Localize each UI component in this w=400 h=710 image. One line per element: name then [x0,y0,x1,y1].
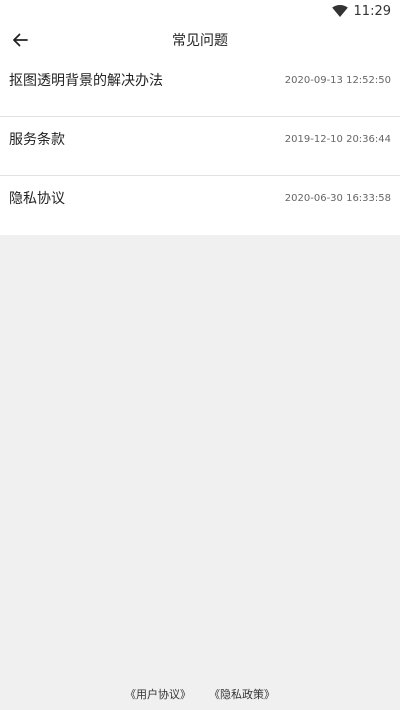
status-time: 11:29 [353,3,391,19]
page-title: 常见问题 [172,33,228,49]
status-bar: 11:29 [0,0,400,22]
faq-item-date: 2020-09-13 12:52:50 [284,75,391,86]
faq-item-title: 服务条款 [9,132,65,148]
privacy-policy-link[interactable]: 《隐私政策》 [209,686,275,702]
faq-list: 抠图透明背景的解决办法 2020-09-13 12:52:50 服务条款 201… [0,58,400,235]
faq-item-privacy-agreement[interactable]: 隐私协议 2020-06-30 16:33:58 [0,176,400,235]
screen: 11:29 常见问题 抠图透明背景的解决办法 2020-09-13 12:52:… [0,0,400,710]
user-agreement-link[interactable]: 《用户协议》 [125,686,191,702]
faq-item-date: 2019-12-10 20:36:44 [284,134,391,145]
faq-item-terms-of-service[interactable]: 服务条款 2019-12-10 20:36:44 [0,117,400,176]
wifi-icon [331,5,348,17]
faq-item-date: 2020-06-30 16:33:58 [284,193,391,204]
footer-links: 《用户协议》 《隐私政策》 [0,686,400,702]
app-bar: 常见问题 [0,22,400,58]
faq-item-title: 隐私协议 [9,191,65,207]
faq-item-transparent-background[interactable]: 抠图透明背景的解决办法 2020-09-13 12:52:50 [0,58,400,117]
arrow-left-icon [13,33,28,47]
back-button[interactable] [6,26,34,54]
faq-item-title: 抠图透明背景的解决办法 [9,73,163,89]
